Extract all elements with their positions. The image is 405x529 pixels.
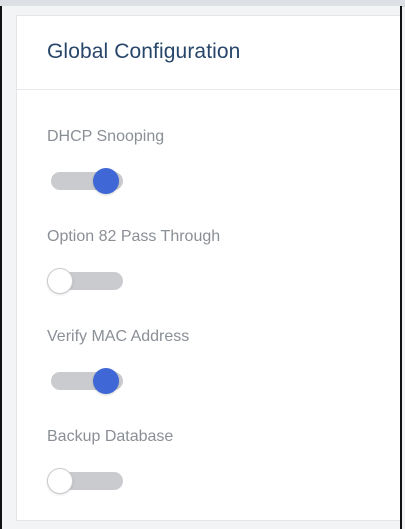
setting-label: Option 82 Pass Through (47, 228, 221, 245)
toggle-knob (47, 468, 73, 494)
toggle-knob (47, 268, 73, 294)
toggle-knob (93, 168, 119, 194)
setting-option-82-pass-through: Option 82 Pass Through (47, 228, 220, 294)
setting-verify-mac-address: Verify MAC Address (47, 328, 189, 394)
backup-database-toggle[interactable] (47, 468, 123, 494)
setting-label: Backup Database (47, 428, 174, 445)
toggle-knob (93, 368, 119, 394)
setting-label: Verify MAC Address (47, 328, 190, 345)
dhcp-snooping-toggle[interactable] (47, 168, 123, 194)
global-configuration-panel: Global Configuration DHCP Snooping Optio… (16, 15, 400, 521)
setting-dhcp-snooping: DHCP Snooping (47, 128, 164, 194)
setting-label: DHCP Snooping (47, 128, 165, 145)
window-frame: Global Configuration DHCP Snooping Optio… (0, 6, 402, 529)
setting-backup-database: Backup Database (47, 428, 173, 494)
panel-header: Global Configuration (17, 16, 400, 90)
verify-mac-address-toggle[interactable] (47, 368, 123, 394)
page: Global Configuration DHCP Snooping Optio… (0, 0, 405, 529)
option-82-pass-through-toggle[interactable] (47, 268, 123, 294)
panel-title: Global Configuration (47, 40, 241, 63)
